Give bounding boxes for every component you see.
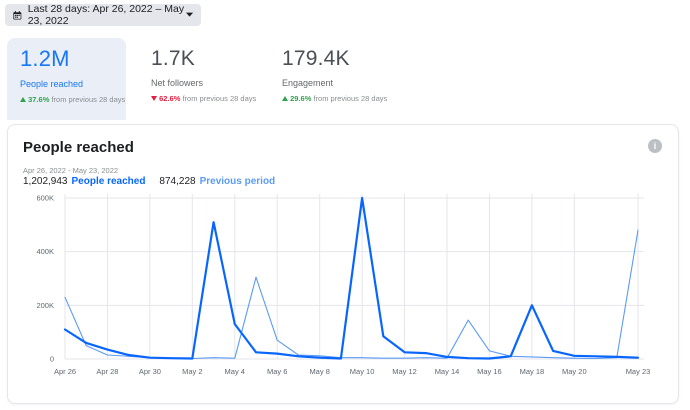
arrow-up-icon — [282, 96, 288, 101]
line-chart: 0 200K 400K 600K Apr 26 Apr 28 Apr 30 May 2 May … — [36, 194, 651, 377]
metric-tabs: 1.2M People reached 37.6% from previous … — [7, 38, 400, 120]
chevron-down-icon — [185, 12, 193, 17]
metric-value: 1.7K — [151, 47, 195, 70]
x-tick-label: May 20 — [562, 367, 587, 376]
metric-label: People reached — [20, 79, 84, 89]
x-tick-label: Apr 28 — [96, 367, 118, 376]
insights-page: Last 28 days: Apr 26, 2022 – May 23, 202… — [0, 0, 690, 410]
x-tick-label: May 18 — [520, 367, 545, 376]
x-tick-label: May 6 — [267, 367, 287, 376]
people-reached-card: People reached i Apr 26, 2022 - May 23, … — [7, 124, 679, 404]
x-tick-label: May 14 — [435, 367, 460, 376]
date-range-label: Last 28 days: Apr 26, 2022 – May 23, 202… — [27, 3, 185, 27]
y-tick-label: 200K — [36, 301, 54, 310]
date-range-button[interactable]: Last 28 days: Apr 26, 2022 – May 23, 202… — [5, 3, 201, 27]
x-tick-label: Apr 26 — [54, 367, 76, 376]
x-tick-label: May 16 — [477, 367, 502, 376]
calendar-icon — [13, 10, 22, 19]
metric-tab-engagement[interactable]: 179.4K Engagement 29.6% from previous 28… — [269, 38, 388, 120]
x-tick-label: May 23 — [626, 367, 651, 376]
x-tick-label: Apr 30 — [139, 367, 161, 376]
metric-label: Net followers — [151, 78, 204, 88]
metric-tab-net-followers[interactable]: 1.7K Net followers 62.6% from previous 2… — [138, 38, 257, 120]
x-tick-label: May 8 — [309, 367, 329, 376]
metric-tab-people-reached[interactable]: 1.2M People reached 37.6% from previous … — [7, 38, 126, 120]
metric-value: 1.2M — [20, 46, 70, 71]
metric-label: Engagement — [282, 78, 334, 88]
x-tick-label: May 10 — [350, 367, 375, 376]
x-tick-label: May 12 — [392, 367, 417, 376]
x-tick-label: May 2 — [182, 367, 202, 376]
metric-value: 179.4K — [282, 47, 350, 70]
series-line-previous-period — [64, 229, 639, 360]
metric-change: 62.6% from previous 28 days — [151, 94, 257, 103]
arrow-down-icon — [151, 96, 157, 101]
y-tick-label: 400K — [36, 247, 54, 256]
x-tick-label: May 4 — [225, 367, 245, 376]
metric-change: 29.6% from previous 28 days — [282, 94, 388, 103]
y-tick-label: 0 — [50, 355, 54, 364]
metric-change: 37.6% from previous 28 days — [20, 95, 126, 104]
arrow-up-icon — [20, 97, 26, 102]
y-tick-label: 600K — [36, 194, 54, 203]
series-line-people-reached — [63, 196, 640, 360]
